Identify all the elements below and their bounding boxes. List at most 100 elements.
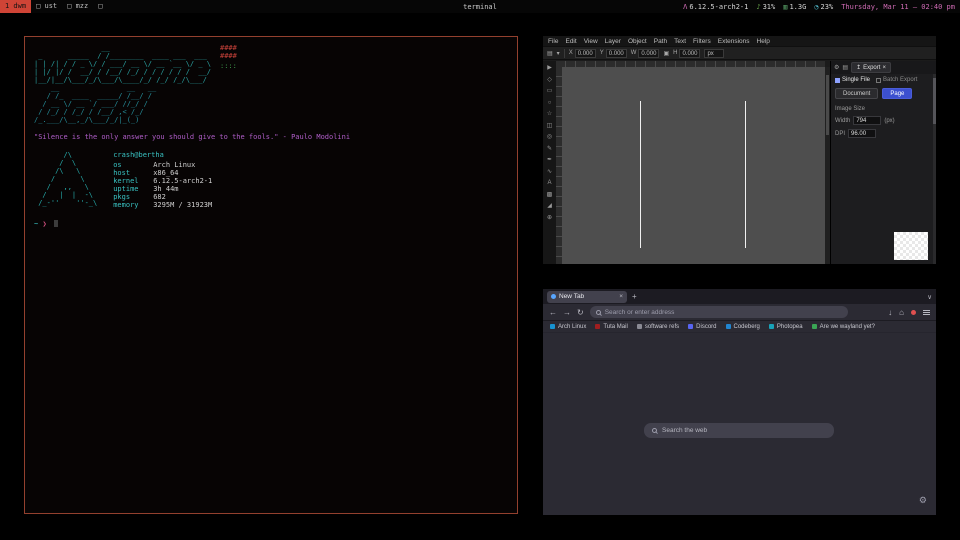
workspace-tag-3[interactable]: □ mzz	[62, 0, 93, 13]
cpu-usage: 23%	[821, 3, 834, 11]
w-value[interactable]: 0.000	[638, 49, 659, 58]
nav-right-icons: ↓ ⌂	[888, 308, 930, 317]
menu-view[interactable]: View	[584, 38, 598, 45]
menu-file[interactable]: File	[548, 38, 558, 45]
tool-options-icon[interactable]: ▤	[547, 50, 553, 57]
new-tab-page: Search the web ⚙	[543, 333, 936, 515]
bookmark-label: Codeberg	[734, 324, 760, 330]
ascii-deco-red: #### ####	[220, 44, 237, 60]
tool-rectangle-icon[interactable]: ▭	[545, 87, 555, 96]
y-field[interactable]: Y 0.000	[600, 49, 627, 58]
bookmark-favicon	[550, 324, 555, 329]
scrollbar-thumb[interactable]	[826, 75, 829, 135]
tool-dropper-icon[interactable]: ◢	[545, 202, 555, 211]
bookmark-codeberg[interactable]: Codeberg	[726, 324, 760, 330]
forward-button[interactable]: →	[563, 308, 571, 317]
menu-extensions[interactable]: Extensions	[718, 38, 750, 45]
height-field[interactable]: H 0.000	[673, 49, 700, 58]
new-tab-button[interactable]: +	[632, 292, 637, 301]
menu-layer[interactable]: Layer	[605, 38, 621, 45]
single-file-option[interactable]: Single File	[835, 77, 870, 83]
extension-record-icon[interactable]	[911, 310, 916, 315]
tool-pen-icon[interactable]: ✒	[545, 156, 555, 165]
desktop: 1 dwm □ ust □ mzz □ terminal Λ 6.12.5-ar…	[0, 0, 960, 540]
scrollbar-thumb[interactable]	[933, 78, 936, 124]
bookmark-are-we-wayland-yet[interactable]: Are we wayland yet?	[812, 324, 875, 330]
kernel-version: 6.12.5-arch2-1	[689, 3, 748, 11]
y-value[interactable]: 0.000	[606, 49, 627, 58]
home-icon[interactable]: ⌂	[899, 308, 904, 317]
export-width-input[interactable]: 794	[853, 116, 881, 125]
workspace-tag-4[interactable]: □	[93, 0, 107, 13]
bookmark-arch-linux[interactable]: Arch Linux	[550, 324, 586, 330]
tool-star-icon[interactable]: ☆	[545, 110, 555, 119]
tool-ellipse-icon[interactable]: ○	[545, 99, 555, 108]
dpi-label: DPI	[835, 131, 845, 137]
page-border-line	[640, 101, 641, 248]
tool-gradient-icon[interactable]: ▩	[545, 191, 555, 200]
volume-status: ♪ 31%	[756, 3, 775, 11]
terminal-window: __ _ _____ / /________ ____ ___ ___ | | …	[24, 36, 518, 514]
h-value[interactable]: 0.000	[679, 49, 700, 58]
workspace-tag-1[interactable]: 1 dwm	[0, 0, 31, 13]
menu-filters[interactable]: Filters	[693, 38, 711, 45]
list-tabs-chevron-icon[interactable]: ∨	[927, 293, 932, 301]
page-button[interactable]: Page	[882, 88, 912, 99]
document-button[interactable]: Document	[835, 88, 878, 99]
w-label: W	[631, 50, 637, 56]
tool-text-icon[interactable]: A	[545, 179, 555, 188]
menu-edit[interactable]: Edit	[565, 38, 576, 45]
width-field[interactable]: W 0.000	[631, 49, 660, 58]
tool-pencil-icon[interactable]: ✎	[545, 145, 555, 154]
bookmark-folder-icon	[637, 324, 642, 329]
fetch-label: host	[113, 169, 153, 177]
tool-zoom-icon[interactable]: ⊕	[545, 214, 555, 223]
single-file-label: Single File	[842, 77, 870, 83]
units-dropdown[interactable]: px	[704, 49, 724, 58]
panel-settings-icon[interactable]: ⚙	[834, 64, 839, 71]
close-icon[interactable]: ×	[882, 65, 886, 71]
workspace-tag-2[interactable]: □ ust	[31, 0, 62, 13]
tool-3dbox-icon[interactable]: ◫	[545, 122, 555, 131]
menu-hamburger-icon[interactable]	[923, 310, 930, 315]
bookmark-favicon	[688, 324, 693, 329]
status-bar: 1 dwm □ ust □ mzz □ terminal Λ 6.12.5-ar…	[0, 0, 960, 13]
export-dpi-input[interactable]: 96.00	[848, 129, 876, 138]
bookmark-photopea[interactable]: Photopea	[769, 324, 803, 330]
menu-text[interactable]: Text	[674, 38, 686, 45]
back-button[interactable]: ←	[549, 308, 557, 317]
reload-button[interactable]: ↻	[577, 308, 584, 317]
menu-path[interactable]: Path	[654, 38, 667, 45]
memory-usage: 1.3G	[789, 3, 806, 11]
fetch-row-memory: memory3295M / 31923M	[113, 201, 212, 209]
x-field[interactable]: X 0.000	[569, 49, 596, 58]
export-tab[interactable]: ↥ Export ×	[851, 62, 891, 73]
panel-scrollbar[interactable]	[933, 74, 936, 264]
browser-window: New Tab × + ∨ ← → ↻ Search or enter addr…	[543, 289, 936, 515]
tool-node-icon[interactable]: ◇	[545, 76, 555, 85]
fetch-value: x86_64	[153, 169, 178, 177]
url-bar[interactable]: Search or enter address	[590, 306, 848, 318]
browser-tab[interactable]: New Tab ×	[547, 291, 627, 303]
tool-calligraphy-icon[interactable]: ∿	[545, 168, 555, 177]
panel-layers-icon[interactable]: ▤	[842, 64, 848, 71]
tool-selector-icon[interactable]: ▶	[545, 64, 555, 73]
bookmark-software-refs[interactable]: software refs	[637, 324, 679, 330]
shell-prompt[interactable]: ~ ❯	[34, 220, 508, 228]
menu-help[interactable]: Help	[757, 38, 770, 45]
personalize-gear-icon[interactable]: ⚙	[919, 495, 927, 506]
x-value[interactable]: 0.000	[575, 49, 596, 58]
menu-object[interactable]: Object	[628, 38, 647, 45]
batch-export-option[interactable]: Batch Export	[876, 77, 917, 83]
bookmark-tuta-mail[interactable]: Tuta Mail	[595, 324, 627, 330]
dropdown-icon[interactable]: ▾	[557, 50, 560, 57]
inkscape-canvas[interactable]	[562, 67, 825, 264]
tool-spiral-icon[interactable]: ◎	[545, 133, 555, 142]
web-search-input[interactable]: Search the web	[644, 423, 834, 438]
fetch-user-host: crash@bertha	[113, 151, 212, 159]
downloads-icon[interactable]: ↓	[888, 308, 892, 317]
terminal-quote: "Silence is the only answer you should g…	[34, 133, 508, 141]
bookmark-discord[interactable]: Discord	[688, 324, 716, 330]
close-icon[interactable]: ×	[619, 293, 623, 300]
lock-ratio-icon[interactable]: ▣	[663, 50, 669, 57]
